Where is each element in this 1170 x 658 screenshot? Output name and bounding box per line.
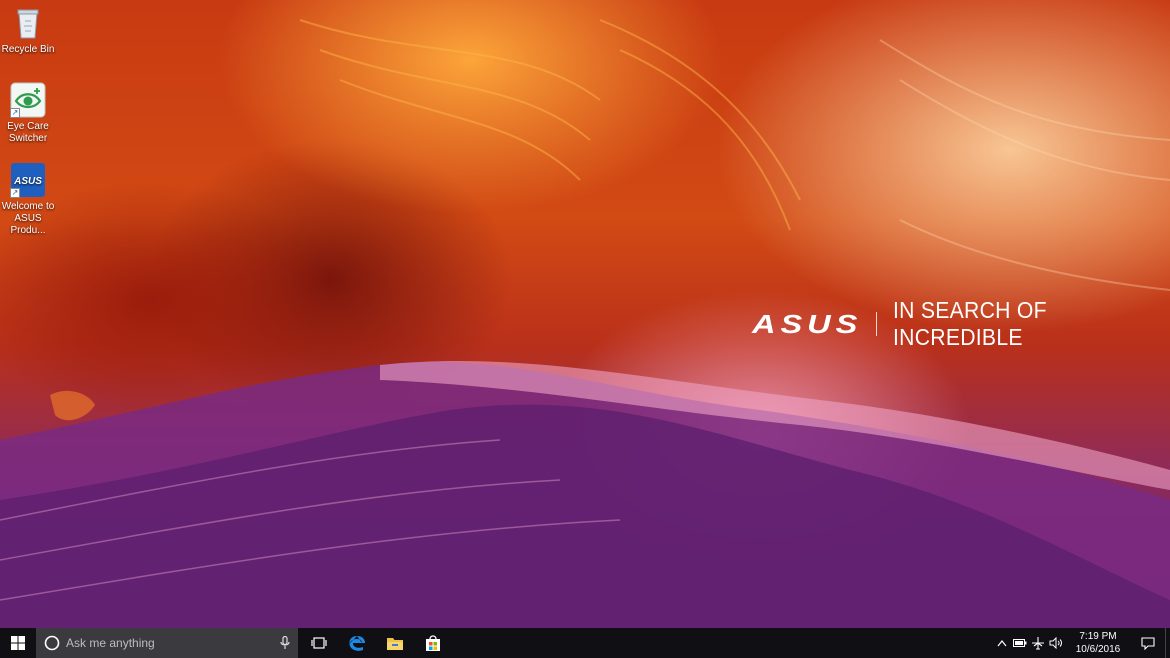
notification-icon — [1141, 636, 1155, 650]
svg-text:ASUS: ASUS — [13, 176, 42, 187]
battery-button[interactable] — [1011, 628, 1029, 658]
desktop-icon-label-line2: ASUS Produ... — [10, 213, 46, 236]
airplane-mode-icon — [1032, 637, 1044, 650]
chevron-up-icon — [997, 640, 1007, 647]
windows-logo-icon — [11, 636, 25, 650]
edge-button[interactable] — [338, 628, 376, 658]
clock-date: 10/6/2016 — [1075, 644, 1121, 655]
shortcut-arrow-icon: ↗ — [10, 108, 20, 118]
microphone-icon[interactable] — [280, 636, 290, 650]
shortcut-arrow-icon: ↗ — [10, 188, 20, 198]
cortana-search-box[interactable]: Ask me anything — [36, 628, 298, 658]
system-tray: 7:19 PM 10/6/2016 — [993, 628, 1170, 658]
start-button[interactable] — [0, 628, 36, 658]
speaker-icon — [1049, 637, 1062, 649]
asus-tagline: ASUS IN SEARCH OF INCREDIBLE — [752, 297, 1170, 350]
desktop-icon-recycle-bin[interactable]: Recycle Bin — [0, 5, 58, 56]
tagline-text: IN SEARCH OF INCREDIBLE — [893, 297, 1047, 350]
desktop-icon-label-line2: Switcher — [8, 133, 48, 144]
volume-button[interactable] — [1047, 628, 1065, 658]
taskbar: Ask me anything 7:19 PM 10/6/2016 — [0, 628, 1170, 658]
action-center-button[interactable] — [1131, 628, 1165, 658]
desktop-icon-welcome-asus[interactable]: ASUS ↗ Welcome to ASUS Produ... — [0, 162, 58, 237]
desktop-icon-label: Welcome to — [1, 201, 55, 212]
tagline-divider — [876, 312, 878, 336]
show-hidden-icons-button[interactable] — [993, 628, 1011, 658]
asus-logo: ASUS — [752, 308, 863, 339]
task-view-button[interactable] — [300, 628, 338, 658]
search-placeholder: Ask me anything — [66, 636, 155, 650]
file-explorer-icon — [387, 638, 403, 650]
clock[interactable]: 7:19 PM 10/6/2016 — [1069, 630, 1127, 656]
edge-icon — [349, 636, 365, 651]
show-desktop-button[interactable] — [1165, 628, 1170, 658]
store-button[interactable] — [414, 628, 452, 658]
desktop-wallpaper: ASUS IN SEARCH OF INCREDIBLE — [0, 0, 1170, 628]
task-view-icon — [311, 637, 327, 649]
battery-icon — [1013, 639, 1027, 647]
cortana-circle-icon — [44, 635, 60, 651]
network-button[interactable] — [1029, 628, 1047, 658]
asus-icon: ASUS ↗ — [10, 162, 46, 198]
recycle-bin-icon — [10, 5, 46, 41]
desktop-icon-label: Eye Care — [7, 121, 49, 132]
desktop-icon-label: Recycle Bin — [1, 44, 55, 55]
file-explorer-button[interactable] — [376, 628, 414, 658]
desktop-icon-eye-care-switcher[interactable]: ↗ Eye Care Switcher — [0, 82, 58, 145]
clock-time: 7:19 PM — [1079, 631, 1117, 642]
eye-care-icon: ↗ — [10, 82, 46, 118]
store-icon — [426, 635, 440, 651]
